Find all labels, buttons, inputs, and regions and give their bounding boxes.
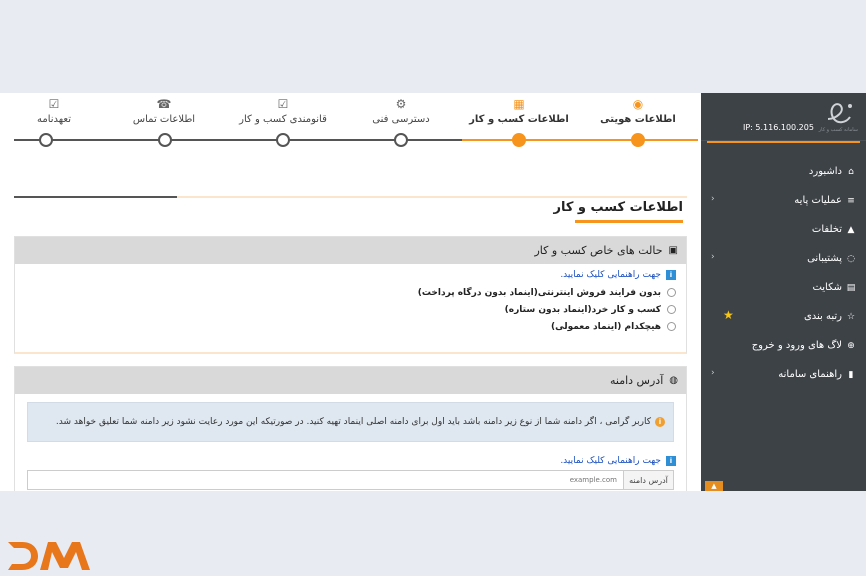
help-link-text: جهت راهنمایی کلیک نمایید.: [560, 456, 661, 466]
chevron-left-icon: ‹: [711, 252, 715, 262]
gears-icon: ⚙: [395, 97, 407, 111]
info-icon: i: [666, 270, 676, 280]
sidebar-menu: ⌂ داشبورد ≡ عملیات پایه ‹ ▲ تخلفات ◌ پشت…: [701, 157, 866, 389]
stepper-track-progress: [462, 139, 698, 141]
sidebar-header: سامانه کسب و کار IP: 5.116.100.205: [701, 93, 866, 141]
sidebar-item-label: پشتیبانی: [807, 253, 842, 264]
chevron-left-icon: ‹: [711, 368, 715, 378]
chevron-left-icon: ‹: [711, 194, 715, 204]
logo-caption: سامانه کسب و کار: [818, 127, 858, 133]
sidebar-item-violations[interactable]: ▲ تخلفات: [701, 215, 866, 244]
radio-option-micro-business[interactable]: کسب و کار خرد(اینماد بدون ستاره): [15, 301, 686, 318]
radio-button[interactable]: [667, 288, 676, 297]
document-icon: ▤: [846, 282, 856, 293]
document-icon: ▦: [513, 97, 525, 111]
radio-label: بدون فرایند فروش اینترنتی(اینماد بدون در…: [417, 287, 661, 298]
dm-watermark-logo-icon: [8, 542, 90, 570]
star-outline-icon: ☆: [846, 311, 856, 322]
panel-title: آدرس دامنه: [610, 374, 664, 387]
info-icon: i: [666, 456, 676, 466]
star-icon: ★: [723, 308, 734, 322]
step-label: اطلاعات تماس: [132, 114, 196, 125]
sidebar-item-login-logs[interactable]: ⊕ لاگ های ورود و خروج: [701, 331, 866, 360]
radio-label: کسب و کار خرد(اینماد بدون ستاره): [504, 304, 661, 315]
checkbox-icon: ☑: [48, 97, 60, 111]
warning-icon: ▲: [847, 224, 855, 235]
step-dot-contact[interactable]: [158, 133, 172, 147]
sidebar: سامانه کسب و کار IP: 5.116.100.205 ⌂ داش…: [701, 93, 866, 491]
sidebar-item-complaint[interactable]: ▤ شکایت: [701, 273, 866, 302]
radio-label: هیچکدام (اینماد معمولی): [551, 321, 661, 332]
home-icon: ⌂: [848, 166, 854, 177]
section-separator: [14, 196, 687, 198]
radio-option-none[interactable]: هیچکدام (اینماد معمولی): [15, 318, 686, 335]
step-commitment[interactable]: ☑ تعهدنامه: [4, 97, 104, 125]
help-link[interactable]: i جهت راهنمایی کلیک نمایید.: [15, 270, 686, 280]
step-label: دسترسی فنی: [372, 114, 430, 125]
main-content: اطلاعات کسب و کار ▣ حالت های خاص کسب و ک…: [14, 196, 687, 491]
step-technical-access[interactable]: ⚙ دسترسی فنی: [341, 97, 461, 125]
radio-button[interactable]: [667, 322, 676, 331]
ip-address: IP: 5.116.100.205: [743, 123, 814, 132]
phone-icon: ☎: [156, 97, 172, 111]
scroll-top-button[interactable]: ▲: [705, 481, 723, 491]
step-dot-business[interactable]: [512, 133, 526, 147]
registration-stepper: ◉ اطلاعات هویتی ▦ اطلاعات کسب و کار ⚙ دس…: [0, 93, 700, 153]
bookmark-icon: ▣: [668, 245, 678, 256]
step-label: اطلاعات کسب و کار: [469, 114, 569, 125]
domain-input[interactable]: [28, 471, 623, 489]
step-label: قانومندی کسب و کار: [239, 114, 327, 125]
step-dot-commitment[interactable]: [39, 133, 53, 147]
step-label: تعهدنامه: [36, 114, 71, 125]
step-dot-identity[interactable]: [631, 133, 645, 147]
step-dot-compliance[interactable]: [276, 133, 290, 147]
alert-text: کاربر گرامی ، اگر دامنه شما از نوع زیر د…: [55, 417, 651, 427]
help-link[interactable]: i جهت راهنمایی کلیک نمایید.: [15, 456, 686, 466]
step-contact-info[interactable]: ☎ اطلاعات تماس: [104, 97, 224, 125]
sidebar-item-support[interactable]: ◌ پشتیبانی ‹: [701, 244, 866, 273]
menu-icon: ≡: [847, 195, 855, 206]
sidebar-item-label: عملیات پایه: [794, 195, 842, 206]
sidebar-item-label: راهنمای سامانه: [778, 369, 842, 380]
help-link-text: جهت راهنمایی کلیک نمایید.: [560, 270, 661, 280]
checkbox-icon: ☑: [277, 97, 289, 111]
sidebar-item-label: لاگ های ورود و خروج: [751, 340, 842, 351]
enamad-logo-icon[interactable]: [822, 97, 856, 131]
step-label: اطلاعات هویتی: [600, 114, 676, 125]
user-circle-icon: ◉: [632, 97, 644, 111]
file-icon: ▮: [848, 369, 854, 380]
domain-field-label: آدرس دامنه: [623, 471, 673, 489]
panel-title: حالت های خاص کسب و کار: [534, 244, 663, 257]
step-identity-info[interactable]: ◉ اطلاعات هویتی: [578, 97, 698, 125]
app-window: سامانه کسب و کار IP: 5.116.100.205 ⌂ داش…: [0, 93, 866, 491]
panel-header: ◍ آدرس دامنه: [15, 367, 686, 394]
step-business-info[interactable]: ▦ اطلاعات کسب و کار: [459, 97, 579, 125]
info-circle-icon: i: [655, 417, 665, 427]
title-underline: [575, 220, 683, 223]
special-modes-panel: ▣ حالت های خاص کسب و کار i جهت راهنمایی …: [14, 236, 687, 354]
radio-button[interactable]: [667, 305, 676, 314]
sidebar-item-basic-operations[interactable]: ≡ عملیات پایه ‹: [701, 186, 866, 215]
domain-alert: i کاربر گرامی ، اگر دامنه شما از نوع زیر…: [27, 402, 674, 442]
domain-field-group: آدرس دامنه: [27, 470, 674, 490]
sidebar-item-label: تخلفات: [811, 224, 842, 235]
chat-icon: ◌: [847, 253, 855, 264]
sidebar-item-label: داشبورد: [808, 166, 842, 177]
sidebar-item-label: رتبه بندی: [803, 311, 842, 322]
page-title: اطلاعات کسب و کار: [553, 200, 683, 215]
panel-header: ▣ حالت های خاص کسب و کار: [15, 237, 686, 264]
step-dot-technical[interactable]: [394, 133, 408, 147]
domain-address-panel: ◍ آدرس دامنه i کاربر گرامی ، اگر دامنه ش…: [14, 366, 687, 491]
sidebar-item-rating[interactable]: ☆ رتبه بندی ★: [701, 302, 866, 331]
globe-icon: ◍: [669, 375, 678, 386]
radio-option-no-online-sales[interactable]: بدون فرایند فروش اینترنتی(اینماد بدون در…: [15, 284, 686, 301]
sidebar-item-dashboard[interactable]: ⌂ داشبورد: [701, 157, 866, 186]
step-business-compliance[interactable]: ☑ قانومندی کسب و کار: [223, 97, 343, 125]
sidebar-item-system-guide[interactable]: ▮ راهنمای سامانه ‹: [701, 360, 866, 389]
sidebar-item-label: شکایت: [812, 282, 842, 293]
sidebar-accent-line: [707, 141, 860, 143]
plus-circle-icon: ⊕: [847, 340, 855, 351]
